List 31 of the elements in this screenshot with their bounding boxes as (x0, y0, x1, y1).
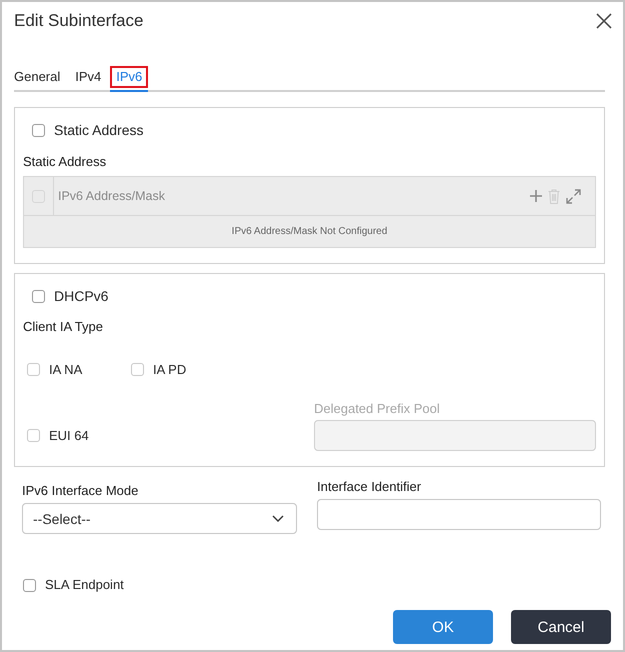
plus-icon[interactable] (530, 190, 542, 202)
input-field[interactable] (317, 499, 601, 530)
checkbox[interactable] (32, 290, 45, 302)
tab[interactable]: General (8, 66, 66, 92)
field-label: Delegated Prefix Pool (314, 401, 441, 417)
checkbox-label: IA PD (153, 362, 186, 378)
checkbox-label: IA NA (49, 362, 82, 378)
dialog-title: Edit Subinterface (14, 11, 144, 31)
empty-message: IPv6 Address/Mask Not Configured (232, 226, 388, 238)
ok-button[interactable]: OK (393, 610, 493, 644)
checkbox-label: Static Address (54, 121, 144, 139)
dropdown-select[interactable]: --Select-- (22, 503, 297, 534)
close-icon (596, 13, 612, 29)
checkbox[interactable] (131, 363, 144, 376)
expand-icon[interactable] (566, 188, 581, 204)
checkbox[interactable] (27, 363, 40, 376)
field-label: IPv6 Interface Mode (22, 483, 140, 499)
checkbox-label: SLA Endpoint (45, 577, 124, 593)
section-label: Client IA Type (23, 319, 104, 335)
checkbox[interactable] (23, 578, 36, 592)
tab[interactable]: IPv4 (69, 66, 108, 92)
cancel-button[interactable]: Cancel (511, 610, 611, 644)
field-label: Interface Identifier (317, 479, 422, 495)
chevron-down-icon (272, 515, 284, 522)
column-header: IPv6 Address/Mask (58, 188, 165, 204)
checkbox-label: DHCPv6 (54, 287, 108, 305)
close-button[interactable] (596, 13, 612, 29)
checkbox-label: EUI 64 (49, 428, 89, 444)
checkbox[interactable] (27, 429, 40, 442)
section-label: Static Address (23, 154, 108, 170)
checkbox[interactable] (32, 124, 45, 136)
